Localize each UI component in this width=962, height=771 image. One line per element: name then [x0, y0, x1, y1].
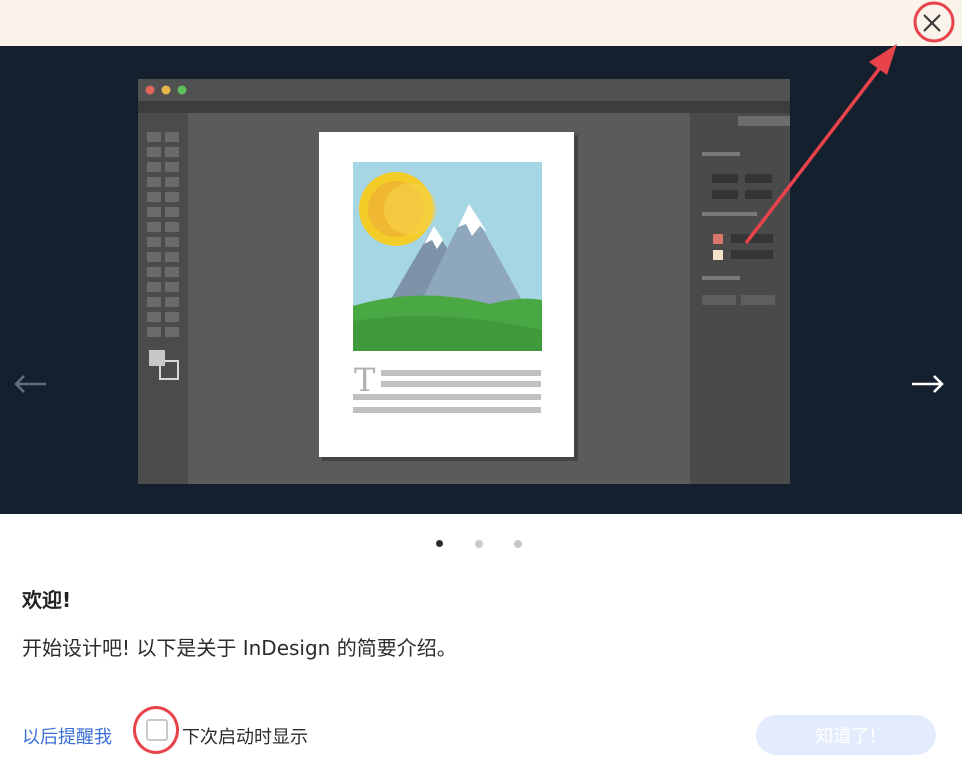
- got-it-button[interactable]: 知道了!: [756, 715, 936, 755]
- close-highlight-ring: [913, 1, 955, 43]
- slide-dot-3[interactable]: [514, 540, 522, 548]
- slide-dot-2[interactable]: [475, 540, 483, 548]
- welcome-title: 欢迎!: [22, 588, 72, 612]
- show-next-time-label: 下次启动时显示: [182, 727, 308, 748]
- carousel-pagination: [0, 538, 962, 550]
- checkbox-highlight-ring: [133, 706, 179, 754]
- slide-dot-1[interactable]: [436, 540, 443, 547]
- annotation-arrow-line: [744, 58, 888, 245]
- welcome-dialog: T 欢迎! 开始设计吧! 以下是关于 InDesign 的简要介绍。 以后提醒我…: [0, 0, 962, 771]
- annotation-arrow-head: [869, 44, 897, 75]
- welcome-description: 开始设计吧! 以下是关于 InDesign 的简要介绍。: [22, 636, 457, 660]
- remind-later-link[interactable]: 以后提醒我: [22, 723, 112, 749]
